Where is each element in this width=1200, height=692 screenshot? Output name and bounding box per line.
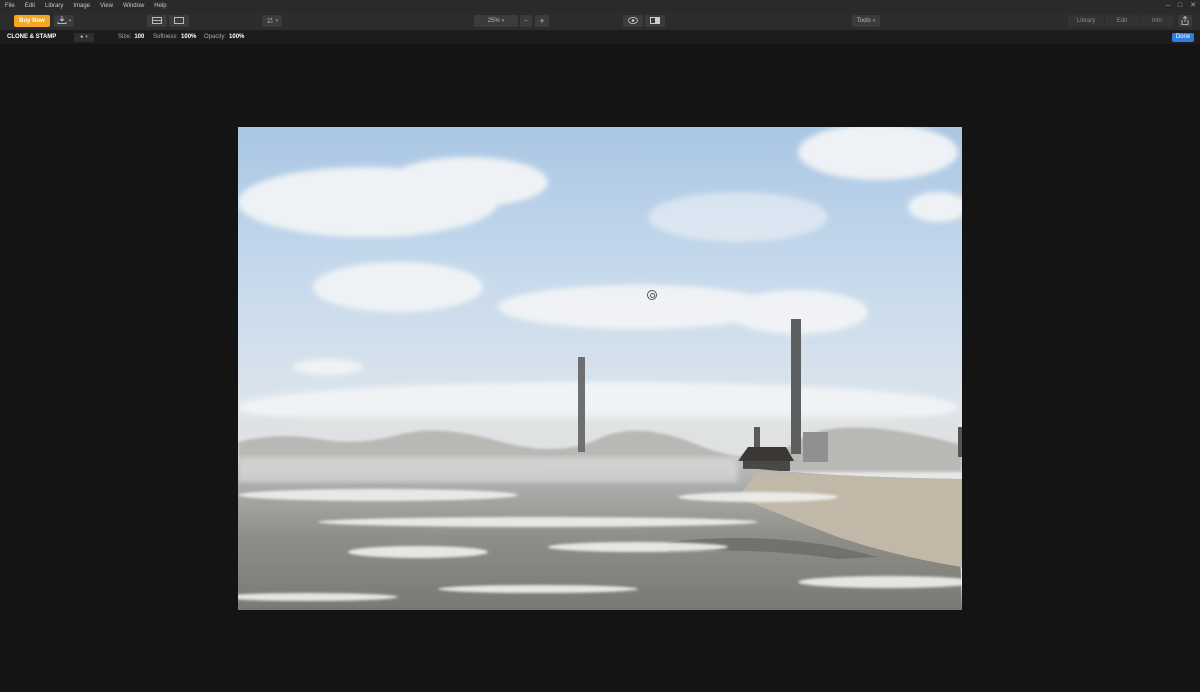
tab-edit[interactable]: Edit bbox=[1105, 15, 1139, 27]
menu-help[interactable]: Help bbox=[149, 0, 171, 12]
zoom-value: 25% bbox=[487, 18, 500, 24]
menu-library[interactable]: Library bbox=[40, 0, 68, 12]
grid-view-icon bbox=[152, 16, 162, 24]
split-view-button[interactable] bbox=[645, 15, 665, 27]
menu-file[interactable]: File bbox=[0, 0, 20, 12]
tab-info[interactable]: Info bbox=[1140, 15, 1174, 27]
menu-edit[interactable]: Edit bbox=[20, 0, 40, 12]
share-icon bbox=[1181, 15, 1189, 25]
size-option[interactable]: Size: 100 bbox=[118, 31, 144, 44]
main-toolbar: Buy Now ▾ ▾ 25% ▾ – + Tools ▾ Library Ed… bbox=[0, 12, 1200, 31]
brush-icon: ● bbox=[80, 34, 84, 40]
compare-icon bbox=[266, 17, 273, 24]
softness-option[interactable]: Softness: 100% bbox=[153, 31, 196, 44]
tab-library[interactable]: Library bbox=[1068, 15, 1104, 27]
share-button[interactable] bbox=[1178, 15, 1192, 27]
opacity-value: 100% bbox=[229, 34, 245, 40]
minimize-button[interactable]: – bbox=[1166, 0, 1170, 12]
menu-view[interactable]: View bbox=[95, 0, 118, 12]
compare-button[interactable]: ▾ bbox=[262, 15, 282, 27]
zoom-in-button[interactable]: + bbox=[535, 15, 549, 27]
softness-label: Softness: bbox=[153, 34, 179, 40]
menu-bar: File Edit Library Image View Window Help… bbox=[0, 0, 1200, 12]
single-view-button[interactable] bbox=[169, 15, 189, 27]
export-button[interactable]: ▾ bbox=[54, 15, 74, 27]
tool-title: CLONE & STAMP bbox=[7, 34, 57, 40]
grid-view-button[interactable] bbox=[147, 15, 167, 27]
brush-picker[interactable]: ● ▾ bbox=[74, 33, 94, 42]
opacity-label: Opacity: bbox=[204, 34, 227, 40]
menu-window[interactable]: Window bbox=[118, 0, 149, 12]
clone-stamp-cursor bbox=[647, 290, 657, 300]
chevron-down-icon: ▾ bbox=[872, 18, 876, 24]
tool-options-bar: CLONE & STAMP ● ▾ Size: 100 Softness: 100% … bbox=[0, 31, 1200, 44]
export-icon bbox=[57, 16, 67, 25]
window-controls: – □ ✕ bbox=[1166, 0, 1196, 12]
tools-label: Tools bbox=[856, 18, 871, 24]
zoom-out-button[interactable]: – bbox=[520, 15, 532, 27]
opacity-option[interactable]: Opacity: 100% bbox=[204, 31, 244, 44]
maximize-button[interactable]: □ bbox=[1178, 0, 1182, 12]
size-value: 100 bbox=[134, 34, 145, 40]
zoom-select[interactable]: 25% ▾ bbox=[474, 15, 518, 27]
done-button[interactable]: Done bbox=[1172, 33, 1194, 42]
softness-value: 100% bbox=[181, 34, 197, 40]
single-view-icon bbox=[174, 16, 184, 24]
size-label: Size: bbox=[118, 34, 132, 40]
eye-icon bbox=[628, 17, 638, 24]
split-view-icon bbox=[650, 16, 660, 24]
plus-icon: + bbox=[539, 16, 545, 26]
chevron-down-icon: ▾ bbox=[85, 34, 88, 40]
buy-now-button[interactable]: Buy Now bbox=[14, 15, 50, 27]
beach-photo bbox=[238, 127, 962, 610]
minus-icon: – bbox=[524, 18, 528, 24]
tools-dropdown[interactable]: Tools ▾ bbox=[852, 15, 880, 27]
chevron-down-icon: ▾ bbox=[501, 18, 505, 24]
menu-image[interactable]: Image bbox=[68, 0, 95, 12]
close-button[interactable]: ✕ bbox=[1190, 0, 1196, 12]
image-canvas[interactable] bbox=[238, 127, 962, 610]
preview-button[interactable] bbox=[623, 15, 643, 27]
